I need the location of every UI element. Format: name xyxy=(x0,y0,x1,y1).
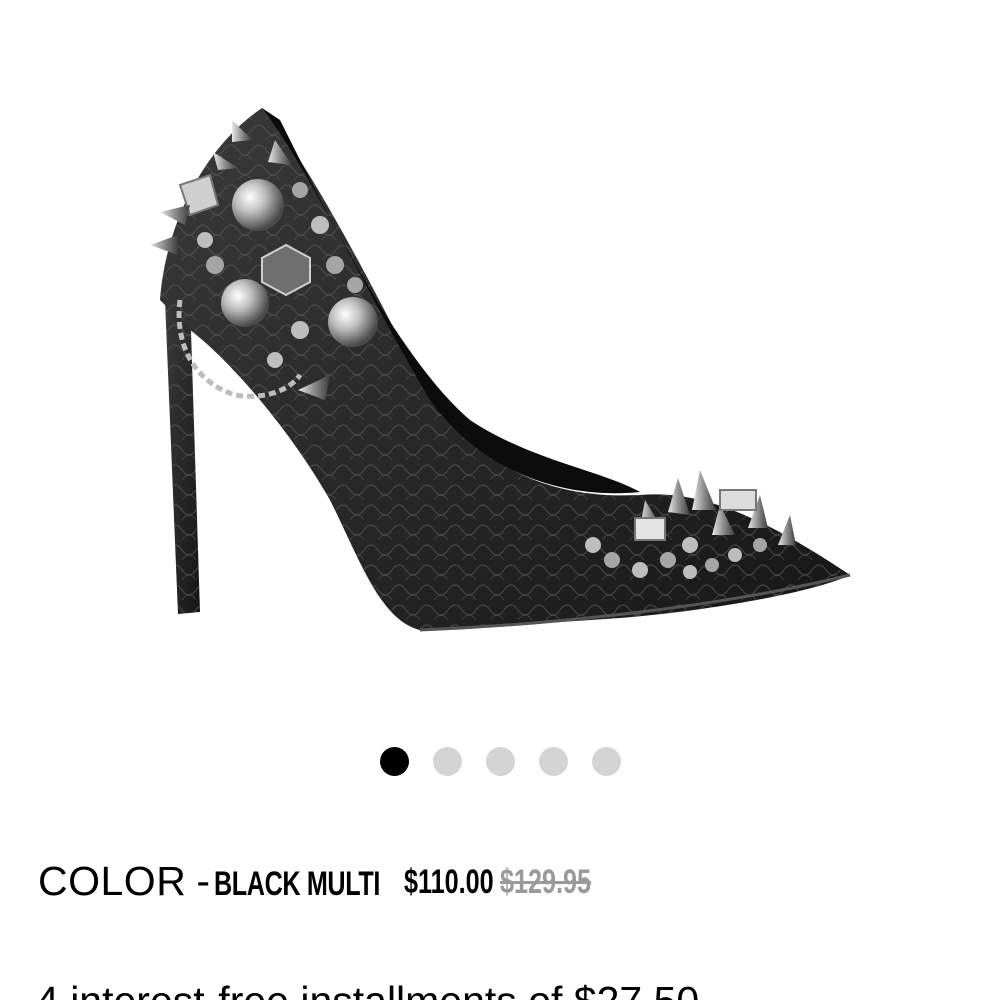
product-page: COLOR - BLACK MULTI $110.00 $129.95 4 in… xyxy=(0,0,1000,1000)
color-value: BLACK MULTI xyxy=(213,865,380,903)
installments-text: 4 interest-free installments of $27.50 xyxy=(36,978,699,1000)
carousel-dot-5[interactable] xyxy=(592,747,621,776)
original-price: $129.95 xyxy=(500,863,591,901)
image-carousel-dots xyxy=(380,747,621,776)
carousel-dot-1[interactable] xyxy=(380,747,409,776)
carousel-dot-3[interactable] xyxy=(486,747,515,776)
carousel-dot-4[interactable] xyxy=(539,747,568,776)
product-image[interactable] xyxy=(0,0,1000,720)
color-separator: - xyxy=(196,858,210,904)
shoe-illustration xyxy=(150,108,851,632)
carousel-dot-2[interactable] xyxy=(433,747,462,776)
sale-price: $110.00 xyxy=(404,863,494,901)
color-info: COLOR - BLACK MULTI xyxy=(38,858,438,905)
color-label: COLOR xyxy=(38,858,187,904)
